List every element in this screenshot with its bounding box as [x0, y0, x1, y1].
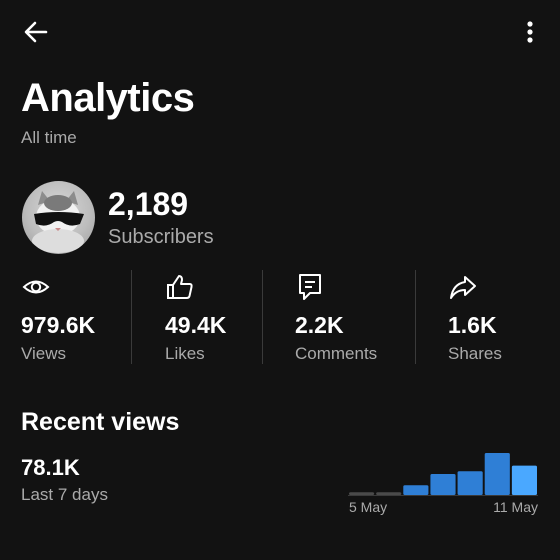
- comment-icon: [299, 274, 321, 300]
- recent-views-title: Recent views: [21, 408, 180, 436]
- stat-value: 49.4K: [165, 312, 227, 338]
- chart-bar[interactable]: [403, 485, 429, 495]
- recent-views-period: Last 7 days: [21, 485, 108, 504]
- chart-bar[interactable]: [376, 492, 402, 495]
- stat-value: 1.6K: [448, 312, 497, 338]
- thumbs-up-icon: [167, 275, 193, 299]
- stat-views[interactable]: 979.6K Views: [21, 268, 121, 368]
- stat-value: 979.6K: [21, 312, 96, 338]
- page-subtitle: All time: [21, 128, 77, 147]
- subscriber-count: 2,189: [108, 186, 189, 222]
- stat-label: Views: [21, 344, 67, 363]
- arrow-left-icon: [24, 21, 48, 43]
- chart-bar[interactable]: [484, 453, 510, 495]
- chart-tick-label: 5 May: [349, 499, 387, 515]
- chart-tick-label: 11 May: [493, 499, 538, 515]
- recent-views-chart[interactable]: 5 May 11 May: [340, 440, 545, 520]
- page-title: Analytics: [21, 76, 195, 120]
- stat-divider: [131, 270, 132, 364]
- stat-label: Likes: [165, 344, 205, 363]
- subscriber-label: Subscribers: [108, 226, 214, 248]
- stat-label: Shares: [448, 344, 502, 363]
- top-bar: [0, 0, 560, 62]
- cat-avatar-image: [32, 191, 84, 253]
- back-button[interactable]: [18, 14, 54, 50]
- chart-bar[interactable]: [457, 471, 483, 495]
- stat-likes[interactable]: 49.4K Likes: [165, 268, 255, 368]
- chart-bar[interactable]: [430, 474, 456, 495]
- more-vertical-icon: [527, 21, 533, 43]
- stat-value: 2.2K: [295, 312, 344, 338]
- more-options-button[interactable]: [514, 14, 546, 50]
- share-icon: [450, 276, 476, 299]
- chart-bar[interactable]: [511, 465, 537, 495]
- stats-row: 979.6K Views 49.4K Likes 2.2K Comments 1…: [0, 268, 560, 368]
- stat-label: Comments: [295, 344, 378, 363]
- recent-views-value: 78.1K: [21, 455, 80, 480]
- stat-divider: [262, 270, 263, 364]
- stat-comments[interactable]: 2.2K Comments: [295, 268, 405, 368]
- stat-shares[interactable]: 1.6K Shares: [448, 268, 548, 368]
- avatar: [22, 181, 95, 254]
- eye-icon: [22, 280, 50, 294]
- stat-divider: [415, 270, 416, 364]
- chart-bar[interactable]: [349, 492, 375, 495]
